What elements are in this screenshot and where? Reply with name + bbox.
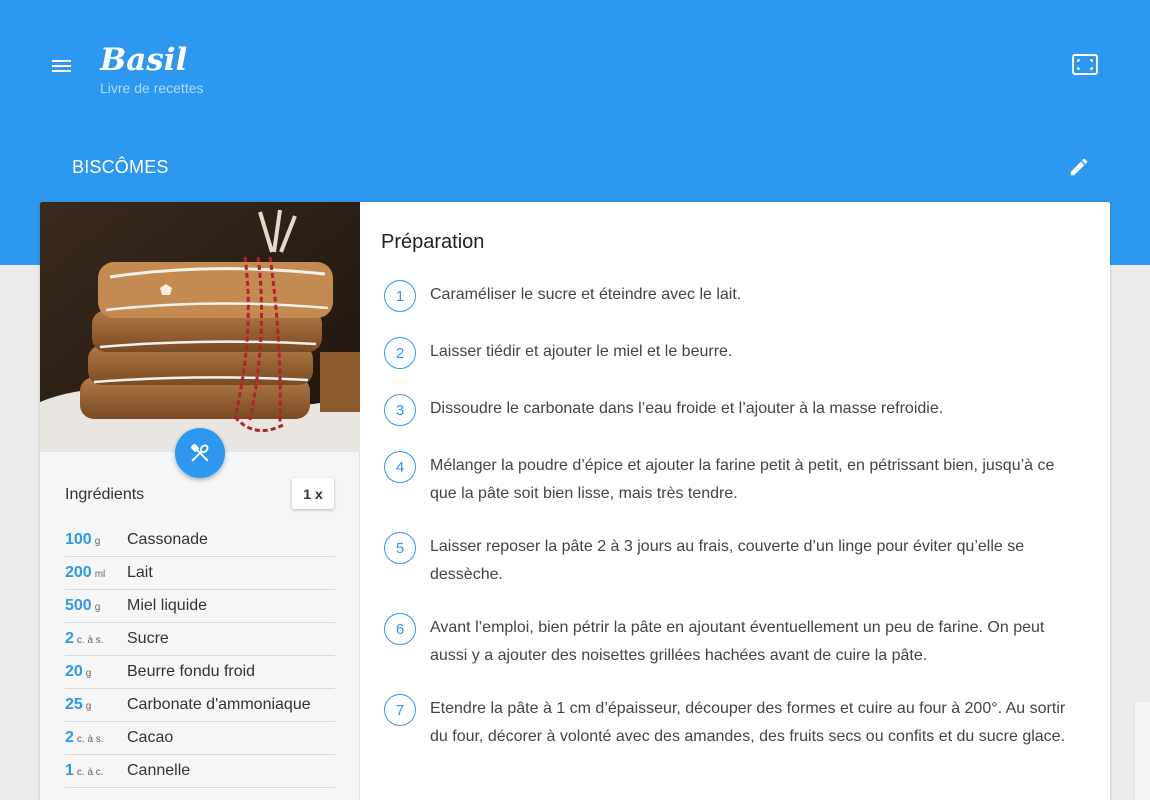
list-item: 2 c. à s. Cacao — [65, 722, 335, 755]
list-item: 2 c. à s. Sucre — [65, 623, 335, 656]
ingredient-unit: g — [94, 602, 101, 613]
ingredient-unit: g — [85, 701, 92, 712]
ingredient-unit: g — [94, 536, 101, 547]
ingredient-unit: c. à s. — [76, 734, 104, 745]
recipe-title: BISCÔMES — [72, 157, 169, 177]
ingredient-name: Sucre — [127, 630, 169, 647]
ingredient-quantity: 25 — [65, 696, 83, 713]
preparation-panel: Préparation 1 Caraméliser le sucre et ét… — [360, 202, 1110, 800]
ingredients-list: 100 g Cassonade 200 ml Lait 500 g Miel liqu… — [65, 524, 335, 788]
ingredient-name: Cassonade — [127, 531, 208, 548]
step-item: 7 Etendre la pâte à 1 cm d’épaisseur, dé… — [384, 694, 1084, 794]
step-text: Caraméliser le sucre et éteindre avec le… — [430, 286, 742, 303]
ingredient-quantity: 100 — [65, 531, 92, 548]
ingredients-panel: Ingrédients 1 x 100 g Cassonade 200 ml Lai… — [40, 202, 360, 800]
list-item: 200 ml Lait — [65, 557, 335, 590]
portion-multiplier-button[interactable]: 1 x — [292, 478, 334, 509]
menu-button[interactable] — [48, 54, 76, 78]
fullscreen-button[interactable] — [1068, 50, 1102, 80]
ingredient-unit: c. à c. — [76, 767, 104, 778]
ingredient-unit: ml — [94, 569, 106, 580]
step-item: 5 Laisser reposer la pâte 2 à 3 jours au… — [384, 532, 1084, 613]
ingredient-quantity: 2 — [65, 630, 74, 647]
ingredient-name: Beurre fondu froid — [127, 663, 256, 680]
recipe-card: Ingrédients 1 x 100 g Cassonade 200 ml Lai… — [40, 202, 1110, 800]
step-number: 5 — [384, 532, 416, 564]
fullscreen-icon — [1072, 54, 1098, 75]
recipe-photo — [40, 202, 360, 452]
list-item: 1 c. à c. Cannelle — [65, 755, 335, 788]
ingredient-quantity: 1 — [65, 762, 74, 779]
menu-icon — [52, 60, 71, 62]
ingredient-quantity: 500 — [65, 597, 92, 614]
step-item: 4 Mélanger la poudre d’épice et ajouter … — [384, 451, 1084, 532]
step-number: 3 — [384, 394, 416, 426]
ingredients-heading: Ingrédients — [65, 486, 145, 503]
ingredient-name: Cannelle — [127, 762, 191, 779]
step-number: 2 — [384, 337, 416, 369]
steps-list: 1 Caraméliser le sucre et éteindre avec … — [384, 280, 1084, 794]
cook-mode-button[interactable] — [175, 428, 225, 478]
app-title: Basil — [100, 42, 188, 78]
step-text: Dissoudre le carbonate dans l’eau froide… — [430, 400, 944, 417]
ingredient-unit: g — [85, 668, 92, 679]
edit-button[interactable] — [1068, 156, 1090, 178]
ingredient-quantity: 2 — [65, 729, 74, 746]
ingredient-name: Miel liquide — [127, 597, 208, 614]
step-number: 7 — [384, 694, 416, 726]
brand: Basil Livre de recettes — [100, 40, 204, 96]
scrollbar[interactable] — [1134, 702, 1150, 800]
step-text: Avant l’emploi, bien pétrir la pâte en a… — [430, 619, 1045, 664]
step-item: 1 Caraméliser le sucre et éteindre avec … — [384, 280, 1084, 337]
step-text: Laisser tiédir et ajouter le miel et le … — [430, 343, 733, 360]
preparation-heading: Préparation — [381, 231, 485, 253]
step-item: 2 Laisser tiédir et ajouter le miel et l… — [384, 337, 1084, 394]
step-number: 6 — [384, 613, 416, 645]
step-number: 4 — [384, 451, 416, 483]
ingredient-name: Cacao — [127, 729, 174, 746]
step-text: Mélanger la poudre d’épice et ajouter la… — [430, 457, 1055, 502]
ingredient-quantity: 20 — [65, 663, 83, 680]
step-text: Laisser reposer la pâte 2 à 3 jours au f… — [430, 538, 1025, 583]
pencil-icon — [1070, 158, 1088, 176]
step-text: Etendre la pâte à 1 cm d’épaisseur, déco… — [430, 700, 1066, 745]
ingredient-name: Lait — [127, 564, 153, 581]
ingredient-name: Carbonate d'ammoniaque — [127, 696, 311, 713]
step-item: 6 Avant l’emploi, bien pétrir la pâte en… — [384, 613, 1084, 694]
list-item: 25 g Carbonate d'ammoniaque — [65, 689, 335, 722]
step-number: 1 — [384, 280, 416, 312]
step-item: 3 Dissoudre le carbonate dans l’eau froi… — [384, 394, 1084, 451]
ingredient-quantity: 200 — [65, 564, 92, 581]
list-item: 100 g Cassonade — [65, 524, 335, 557]
list-item: 500 g Miel liquide — [65, 590, 335, 623]
app-subtitle: Livre de recettes — [100, 80, 204, 96]
utensils-icon — [190, 443, 209, 462]
list-item: 20 g Beurre fondu froid — [65, 656, 335, 689]
ingredient-unit: c. à s. — [76, 635, 104, 646]
